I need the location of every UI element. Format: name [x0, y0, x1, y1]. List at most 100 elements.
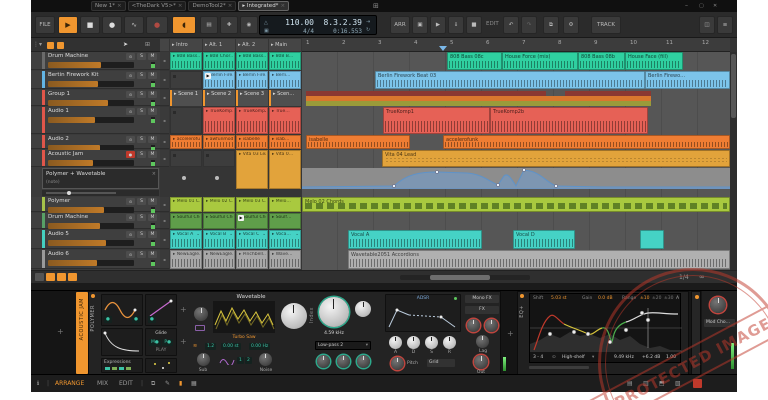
launcher-clip[interactable]: ▸ Voca… ⌄ [269, 230, 301, 249]
pointer-tool-icon[interactable]: ➤ [123, 41, 128, 48]
window-minimize-icon[interactable]: – [685, 1, 688, 11]
launcher-clip[interactable]: ▸ 808 Bass… [236, 52, 268, 70]
launcher-clip[interactable]: ▸ Vocal C ⌄ [236, 230, 268, 249]
eq-shift-value[interactable]: 5.03 st [551, 296, 567, 301]
arranger-clip[interactable]: TrueKomp1 [383, 107, 490, 134]
file-button[interactable]: FILE [35, 16, 55, 34]
record-arm-button[interactable]: ⊙ [126, 251, 135, 258]
filter-cutoff-knob[interactable] [319, 297, 349, 327]
track-header[interactable]: Audio 2 ⊙ S M [31, 135, 160, 151]
record-arm-button[interactable]: ⊙ [126, 108, 135, 115]
v-scrollbar-thumb[interactable] [731, 54, 736, 118]
eq-range-20[interactable]: ±20 [652, 296, 662, 301]
stop-column-cell[interactable]: ▪ [160, 107, 169, 134]
eq-band-select[interactable]: 3 - 4 [533, 355, 543, 360]
track-header[interactable]: Acoustic Jam ● S M [31, 150, 160, 167]
project-tab[interactable]: DemoTool2* × [188, 1, 237, 11]
track-name[interactable]: Audio 6 [48, 251, 124, 257]
track-name[interactable]: Polymer [48, 198, 124, 204]
import-icon[interactable]: ⇓ [448, 16, 464, 34]
ruler-bar-number[interactable]: 11 [666, 40, 673, 46]
scene-header[interactable]: ▸ Main [269, 39, 301, 51]
launcher-clip[interactable]: ▸ isab… [269, 135, 301, 149]
mute-button[interactable]: M [148, 231, 157, 238]
launcher-clip[interactable]: ▸ Melo 01 C… [170, 197, 202, 212]
grid-chip[interactable]: Grid [427, 359, 455, 367]
ruler-bar-number[interactable]: 5 [450, 40, 454, 46]
stop-column-cell[interactable]: ▪ [160, 250, 169, 269]
track-header[interactable]: Audio 1 ⊙ S M [31, 107, 160, 134]
expressions-cell[interactable]: Expressions [101, 358, 143, 373]
save-icon[interactable]: ▣ [412, 16, 428, 34]
track-fx-button[interactable] [68, 273, 77, 281]
device-power-icon[interactable] [91, 294, 95, 298]
groove-toggle-icon[interactable]: ▤ [200, 16, 218, 34]
wavetable-preset[interactable]: Turbo Saw [213, 335, 275, 340]
launcher-clip[interactable]: ▸ Melo… [269, 197, 301, 212]
redo-icon[interactable]: ↷ [521, 16, 537, 34]
track-add-button[interactable] [35, 273, 44, 281]
notes-panel-icon[interactable]: ▧ [675, 380, 681, 387]
grid-view-icon[interactable]: ▦ [191, 380, 197, 387]
ruler-bar-number[interactable]: 12 [702, 40, 709, 46]
clip-stop-dot[interactable] [182, 176, 186, 180]
track-device-panel[interactable]: Polymer + Wavetable (note) × [42, 168, 159, 189]
sub-knob[interactable] [197, 353, 210, 366]
record-arm-button[interactable]: ● [126, 151, 135, 158]
play-mode-label[interactable]: PLAY [146, 348, 176, 353]
chain-knob[interactable] [710, 297, 726, 313]
mute-button[interactable]: M [148, 72, 157, 79]
next-device-strip[interactable] [691, 291, 701, 375]
playhead-marker[interactable] [439, 46, 447, 51]
v-scrollbar[interactable] [730, 52, 737, 270]
empty-clip-slot[interactable] [203, 150, 235, 167]
dual-view-icon[interactable]: ⧉ [151, 380, 155, 388]
track-header[interactable]: Drum Machine ⊙ S M [31, 213, 160, 229]
mute-button[interactable]: M [148, 251, 157, 258]
arranger-clip[interactable]: Berlin Firewo… [645, 71, 730, 89]
track-name[interactable]: Audio 5 [48, 231, 124, 237]
eq-scrollbar[interactable] [529, 366, 589, 369]
track-io-button[interactable] [46, 273, 55, 281]
record-button[interactable]: ● [102, 16, 122, 34]
volume-fader[interactable] [48, 81, 134, 87]
global-arm2-icon[interactable] [57, 42, 64, 49]
ruler-bar-number[interactable]: 6 [486, 40, 490, 46]
solo-button[interactable]: S [137, 198, 146, 205]
filter-drive-knob[interactable] [357, 355, 370, 368]
mod-chip[interactable]: ● [148, 316, 156, 323]
record-arm-button[interactable]: ⊙ [126, 53, 135, 60]
track-meter-button[interactable] [57, 273, 66, 281]
clip-chevron-icon[interactable]: ⌄ [262, 232, 266, 237]
stop-column-cell[interactable]: ▪ [160, 197, 169, 212]
record-arm-button[interactable]: ⊙ [126, 214, 135, 221]
filter-type-select[interactable]: Low-pass 2 ▾ [315, 341, 371, 350]
eq-display[interactable]: Shift 5.03 st Gain 0.0 dB Range ±10 ±20 … [529, 293, 682, 363]
track-name[interactable]: Audio 1 [48, 108, 124, 114]
launcher-clip[interactable]: ▸ Berlin Fire…▶ [203, 71, 235, 89]
osc-mod-chip2[interactable]: ● [132, 316, 140, 323]
launcher-clip[interactable]: ▸ 808 Bass… [170, 52, 202, 70]
add-device-plus-icon[interactable]: + [57, 327, 64, 336]
automation-follow-icon[interactable]: ◉ [240, 16, 258, 34]
mini-slider-handle[interactable] [67, 191, 71, 195]
arr-button[interactable]: ARR [390, 16, 410, 34]
unison-icon[interactable]: ≋ [193, 343, 197, 349]
sub-chip2[interactable]: 2 [245, 357, 252, 364]
env-r-knob[interactable] [443, 336, 456, 349]
launcher-clip[interactable]: ▸ accelerofunk [170, 135, 202, 149]
launcher-clip[interactable]: ▸ Soulful Cho… [203, 213, 235, 229]
volume-fader[interactable] [48, 62, 134, 68]
lag-knob[interactable] [476, 335, 489, 348]
noise-knob[interactable] [259, 353, 272, 366]
scene-header[interactable]: ▸ Intro [170, 39, 202, 51]
song-position[interactable]: 8.3.2.39 [320, 18, 362, 27]
eq-curves[interactable] [530, 304, 682, 352]
mini-slider[interactable] [46, 191, 116, 195]
scene-header[interactable]: ▸ Alt. 2 [236, 39, 268, 51]
solo-button[interactable]: S [137, 91, 146, 98]
project-tab[interactable]: New 1* × [91, 1, 126, 11]
scene-clip[interactable]: ▸ Scene 2 [203, 90, 235, 106]
filter-freq-value[interactable]: 4.59 kHz [315, 331, 353, 336]
osc-mod-chip[interactable]: ● [104, 316, 112, 323]
